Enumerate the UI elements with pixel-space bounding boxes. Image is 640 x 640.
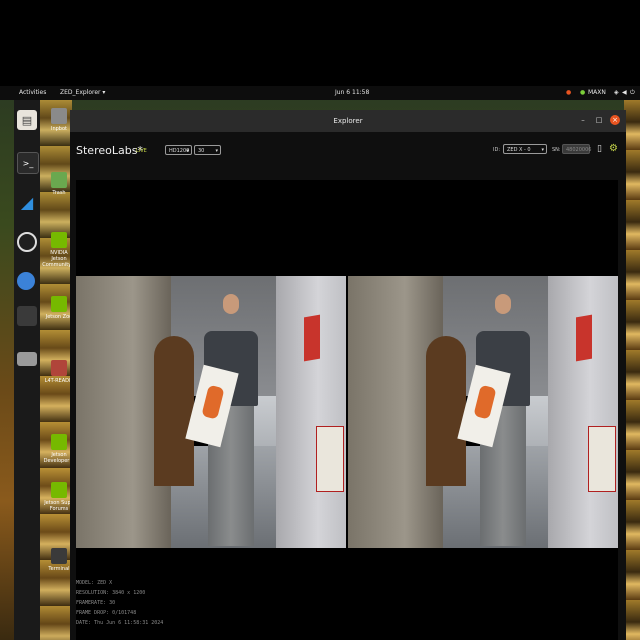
live-badge: LIVE <box>136 148 147 154</box>
power-icon[interactable]: ⏻ <box>630 89 635 97</box>
left-camera-view <box>76 276 346 548</box>
trash-icon <box>51 172 67 188</box>
network-icon[interactable]: ◈ <box>614 89 619 96</box>
resolution-select[interactable]: HD1200 ▾ <box>165 145 192 155</box>
power-mode-icon[interactable]: ● <box>580 89 585 96</box>
terminal-icon <box>51 548 67 564</box>
clock[interactable]: Jun 6 11:58 <box>335 89 369 96</box>
power-mode-label[interactable]: MAXN <box>588 89 606 96</box>
activities-button[interactable]: Activities <box>19 89 46 96</box>
stereo-video-feed[interactable] <box>76 276 618 548</box>
battery-icon[interactable]: ▯ <box>597 144 602 154</box>
nvidia-icon <box>51 482 67 498</box>
info-frame-drop: FRAME DROP: 0/101748 <box>76 610 137 616</box>
brand-logo: StereoLabs* <box>76 144 143 157</box>
explorer-window: Explorer – □ × StereoLabs* LIVE HD1200 ▾ … <box>70 110 626 640</box>
info-date: DATE: Thu Jun 6 11:58:31 2024 <box>76 620 164 626</box>
vscode-icon[interactable]: ◢ <box>17 192 37 212</box>
obs-icon[interactable] <box>17 232 37 252</box>
serial-number-field: 48020006 <box>562 144 591 154</box>
files-icon[interactable]: ▤ <box>17 110 37 130</box>
nvidia-icon <box>51 296 67 312</box>
minimize-icon[interactable]: – <box>578 115 588 125</box>
right-camera-view <box>348 276 618 548</box>
window-title: Explorer <box>333 117 363 125</box>
folder-icon <box>51 360 67 376</box>
close-icon[interactable]: × <box>610 115 620 125</box>
sn-label: SN: <box>552 147 561 153</box>
id-label: ID: <box>493 147 501 153</box>
camera-info-panel: MODEL: ZED X RESOLUTION: 3840 x 1200 FRA… <box>76 580 376 630</box>
chevron-down-icon: ▾ <box>186 148 189 154</box>
wallpaper-foliage-right <box>624 100 640 640</box>
dock: ▤ >_ ◢ <box>14 100 40 640</box>
info-model: MODEL: ZED X <box>76 580 113 586</box>
maximize-icon[interactable]: □ <box>594 115 604 125</box>
info-resolution: RESOLUTION: 3840 x 1200 <box>76 590 146 596</box>
folder-icon <box>51 108 67 124</box>
fps-select[interactable]: 30 ▾ <box>194 145 221 155</box>
chevron-down-icon: ▾ <box>215 148 218 154</box>
gear-icon[interactable]: ⚙ <box>609 143 618 154</box>
app-icon[interactable] <box>17 306 37 326</box>
top-bar: Activities ZED_Explorer ▾ Jun 6 11:58 ● … <box>0 86 640 100</box>
nvidia-icon <box>51 232 67 248</box>
info-framerate: FRAMERATE: 30 <box>76 600 116 606</box>
disk-icon[interactable] <box>17 352 37 366</box>
terminal-icon[interactable]: >_ <box>17 152 39 174</box>
chevron-down-icon: ▾ <box>541 147 544 153</box>
nvidia-icon[interactable]: ● <box>566 89 571 96</box>
volume-icon[interactable]: ◀ <box>622 89 627 96</box>
window-titlebar[interactable]: Explorer – □ × <box>70 110 626 132</box>
toolbar: StereoLabs* LIVE HD1200 ▾ 30 ▾ ID: ZED X -… <box>70 132 626 168</box>
nvidia-icon <box>51 434 67 450</box>
app-menu[interactable]: ZED_Explorer ▾ <box>60 89 105 96</box>
video-panel <box>76 180 618 640</box>
camera-id-select[interactable]: ZED X - 0 ▾ <box>503 144 547 154</box>
chromium-icon[interactable] <box>17 272 35 290</box>
